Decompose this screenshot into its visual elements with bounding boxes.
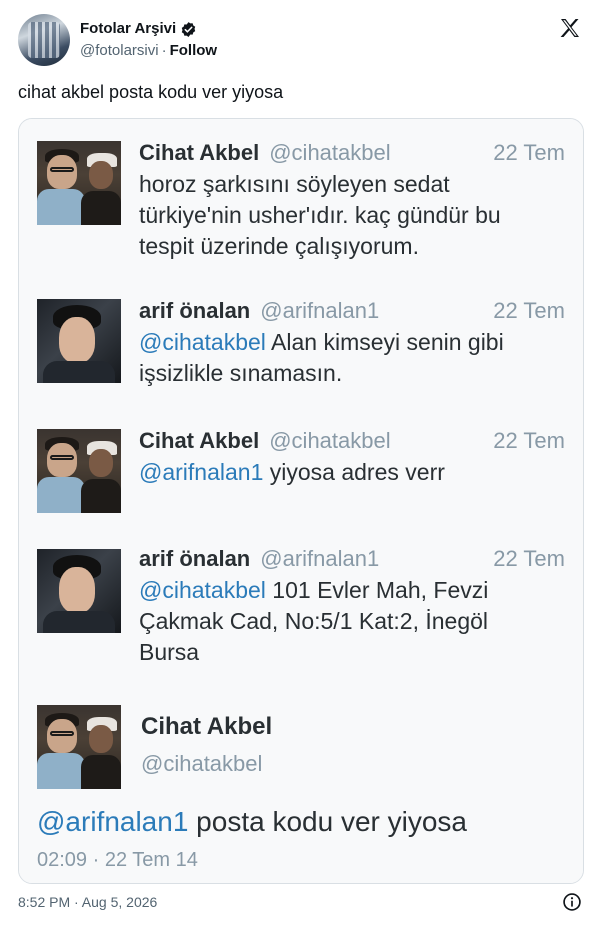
user-name: arif önalan	[139, 546, 251, 571]
user-handle: @arifnalan1	[260, 546, 380, 571]
tweet-line: türkiye'nin usher'ıdır. kaç gündür bu	[139, 202, 501, 228]
tweet-head: arif önalan @arifnalan1 22 Tem	[139, 297, 565, 325]
tweet-body: @arifnalan1 posta kodu ver yiyosa	[37, 805, 467, 839]
mention-link: @arifnalan1	[37, 806, 189, 837]
tweet-text: cihat akbel posta kodu ver yiyosa	[18, 82, 284, 102]
avatar-detail	[37, 477, 85, 513]
avatar-arif	[37, 299, 121, 383]
tweet-date: 22 Tem	[493, 140, 565, 165]
avatar-detail	[47, 155, 77, 189]
tweet-head: Cihat Akbel @cihatakbel 22 Tem	[139, 139, 565, 167]
mention-link: @cihatakbel	[139, 577, 266, 603]
tweet-line: @cihatakbel Alan kimseyi senin gibi	[139, 327, 565, 358]
tweet-line: işsizlikle sınamasın.	[139, 360, 343, 386]
info-icon[interactable]	[562, 892, 582, 912]
tweet-footer: 8:52 PM · Aug 5, 2026	[18, 892, 582, 912]
tweet-body: @cihatakbel 101 Evler Mah, Fevzi Çakmak …	[139, 575, 565, 668]
tweet-line: Bursa	[139, 639, 200, 665]
avatar-cihat	[37, 705, 121, 789]
thread-tweet-3: Cihat Akbel @cihatakbel 22 Tem @arifnala…	[19, 407, 583, 528]
avatar-detail	[37, 753, 85, 789]
mention-link: @arifnalan1	[139, 459, 264, 485]
verified-badge-icon	[181, 21, 196, 37]
user-handle: @arifnalan1	[260, 298, 380, 323]
avatar-detail	[50, 455, 74, 460]
author-handle-row: @fotolarsivi · Follow	[80, 41, 217, 61]
tweet-line: @cihatakbel 101 Evler Mah, Fevzi	[139, 575, 565, 606]
avatar-detail	[47, 719, 77, 753]
tweet-head: arif önalan @arifnalan1 22 Tem	[139, 545, 565, 573]
thread-tweet-1: Cihat Akbel @cihatakbel 22 Tem horoz şar…	[19, 119, 583, 280]
avatar-detail	[81, 479, 121, 513]
tweet-media-screenshot[interactable]: Cihat Akbel @cihatakbel 22 Tem horoz şar…	[18, 118, 584, 884]
avatar-detail	[50, 167, 74, 172]
avatar-detail	[81, 755, 121, 789]
avatar-detail	[43, 611, 115, 633]
follow-button[interactable]: Follow	[170, 42, 218, 59]
tweet-body: horoz şarkısını söyleyen sedat türkiye'n…	[139, 169, 565, 262]
avatar-detail	[47, 443, 77, 477]
avatar-detail	[43, 361, 115, 383]
tweet-header: Fotolar Arşivi @fotolarsivi · Follow	[18, 12, 582, 68]
tweet-timestamp: 02:09 · 22 Tem 14	[37, 849, 198, 871]
user-handle: @cihatakbel	[269, 428, 391, 453]
tweet-text-fragment: posta kodu ver yiyosa	[188, 806, 467, 837]
tweet-text-fragment: 101 Evler Mah, Fevzi	[265, 577, 489, 603]
tweet-body: @arifnalan1 yiyosa adres verr	[139, 457, 565, 488]
tweet-date: 22 Tem	[493, 428, 565, 453]
user-handle: @cihatakbel	[141, 751, 263, 776]
tweet-line: horoz şarkısını söyleyen sedat	[139, 171, 450, 197]
avatar-detail	[89, 161, 113, 189]
avatar-detail	[89, 725, 113, 753]
thread-tweet-4: arif önalan @arifnalan1 22 Tem @cihatakb…	[19, 527, 583, 686]
tweet-head: Cihat Akbel @cihatakbel 22 Tem	[139, 427, 565, 455]
x-logo-icon[interactable]	[558, 16, 582, 40]
avatar-detail	[59, 317, 95, 363]
avatar-detail	[59, 567, 95, 613]
author-name[interactable]: Fotolar Arşivi	[80, 19, 176, 39]
avatar-photo	[28, 22, 60, 58]
avatar-cihat	[37, 429, 121, 513]
tweet-date: 22 Tem	[493, 298, 565, 323]
avatar-detail	[81, 191, 121, 225]
author-avatar[interactable]	[18, 14, 70, 66]
post-timestamp[interactable]: 8:52 PM · Aug 5, 2026	[18, 894, 157, 910]
avatar-detail	[89, 449, 113, 477]
author-block: Fotolar Arşivi @fotolarsivi · Follow	[80, 19, 217, 61]
avatar-arif	[37, 549, 121, 633]
author-name-row: Fotolar Arşivi	[80, 19, 217, 39]
tweet-line: tespit üzerinde çalışıyorum.	[139, 233, 419, 259]
separator-dot: ·	[161, 42, 167, 59]
tweet-date: 22 Tem	[493, 546, 565, 571]
avatar-detail	[50, 731, 74, 736]
mention-link: @cihatakbel	[139, 329, 266, 355]
tweet-text-fragment: yiyosa adres verr	[263, 459, 445, 485]
user-name: arif önalan	[139, 298, 251, 323]
user-handle: @cihatakbel	[269, 140, 391, 165]
tweet-line: Çakmak Cad, No:5/1 Kat:2, İnegöl	[139, 608, 489, 634]
user-name: Cihat Akbel	[139, 140, 260, 165]
avatar-detail	[37, 189, 85, 225]
thread-tweet-final: Cihat Akbel @cihatakbel @arifnalan1 post…	[19, 685, 583, 883]
user-name: Cihat Akbel	[141, 713, 273, 740]
user-name: Cihat Akbel	[139, 428, 260, 453]
thread-tweet-2: arif önalan @arifnalan1 22 Tem @cihatakb…	[19, 279, 583, 408]
avatar-cihat	[37, 141, 121, 225]
author-handle[interactable]: @fotolarsivi	[80, 42, 159, 59]
tweet-body: @cihatakbel Alan kimseyi senin gibi işsi…	[139, 327, 565, 389]
tweet-line: @arifnalan1 yiyosa adres verr	[139, 457, 565, 488]
tweet-text-fragment: Alan kimseyi senin gibi	[265, 329, 504, 355]
